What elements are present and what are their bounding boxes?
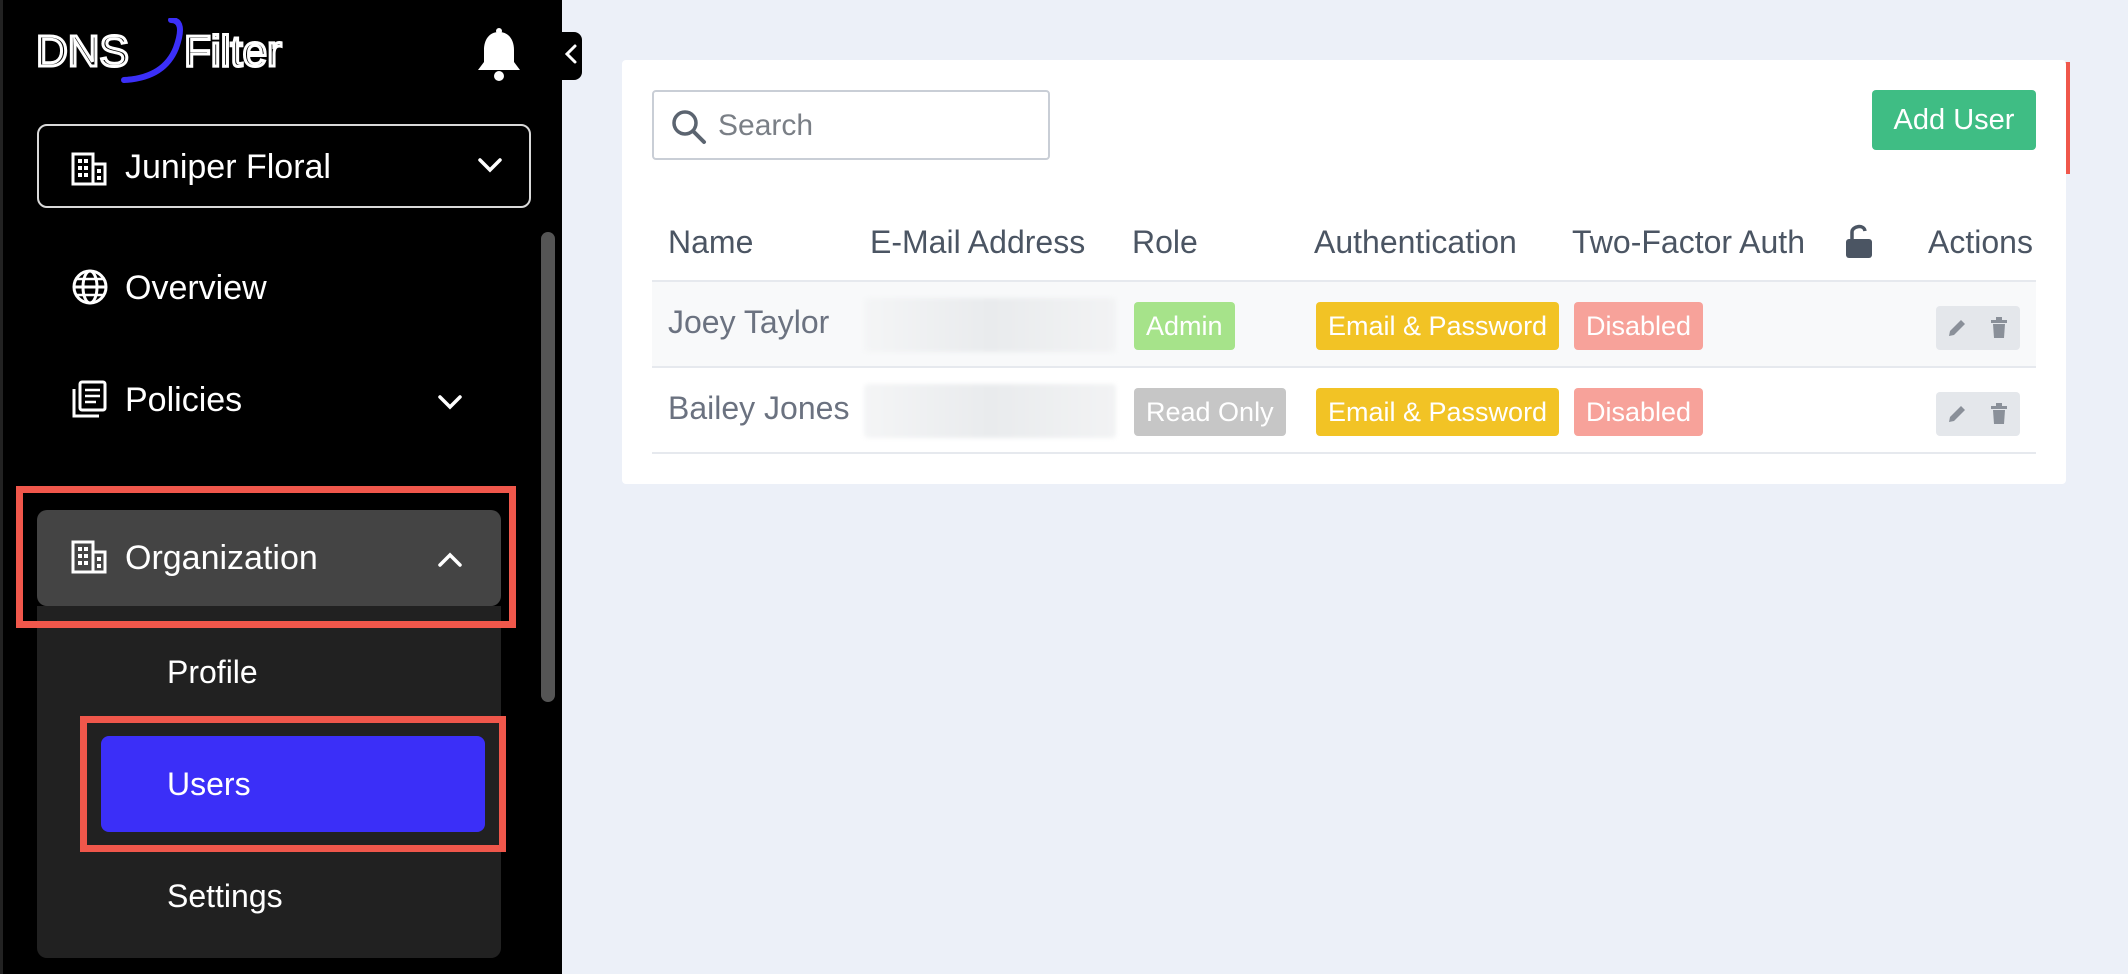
- building-icon: [71, 150, 107, 191]
- submenu-item-users[interactable]: Users: [101, 736, 485, 832]
- add-user-button[interactable]: Add User: [1872, 90, 2036, 150]
- organization-selector[interactable]: Juniper Floral: [37, 124, 531, 208]
- sidebar-item-label: Overview: [125, 268, 267, 307]
- sidebar: DNS Filter Juniper Floral Overview Polic…: [0, 0, 562, 974]
- column-header-two-factor[interactable]: Two-Factor Auth: [1572, 224, 1805, 261]
- search-box[interactable]: [652, 90, 1050, 160]
- chevron-down-icon: [477, 156, 503, 179]
- notifications-bell-icon[interactable]: [475, 28, 523, 82]
- delete-trash-icon[interactable]: [1984, 313, 2014, 343]
- submenu-item-label: Settings: [167, 877, 283, 914]
- column-header-authentication[interactable]: Authentication: [1314, 224, 1517, 261]
- submenu-item-label: Users: [167, 765, 251, 802]
- sidebar-item-organization[interactable]: Organization: [37, 510, 501, 606]
- sidebar-item-label: Policies: [125, 380, 243, 419]
- two-factor-badge: Disabled: [1574, 388, 1704, 436]
- edit-pencil-icon[interactable]: [1942, 313, 1972, 343]
- table-row: Bailey Jones Read Only Email & Password …: [652, 368, 2036, 454]
- search-icon: [670, 108, 708, 151]
- two-factor-badge: Disabled: [1574, 302, 1704, 350]
- sidebar-item-policies[interactable]: Policies: [37, 352, 501, 448]
- email-redacted: [864, 384, 1116, 438]
- dnsfilter-logo[interactable]: DNS Filter: [36, 18, 326, 88]
- organization-submenu: Profile Users Settings: [37, 606, 501, 958]
- chevron-down-icon: [437, 381, 463, 420]
- authentication-badge: Email & Password: [1316, 302, 1560, 350]
- user-name: Bailey Jones: [668, 390, 850, 426]
- logo-mark-icon: DNS Filter: [36, 18, 283, 83]
- delete-trash-icon[interactable]: [1984, 399, 2014, 429]
- row-actions: [1936, 392, 2020, 436]
- globe-icon: [71, 268, 109, 315]
- sidebar-item-label: Organization: [125, 538, 318, 577]
- sidebar-item-overview[interactable]: Overview: [37, 240, 501, 336]
- row-actions: [1936, 306, 2020, 350]
- search-input[interactable]: [718, 104, 1038, 148]
- role-badge: Read Only: [1134, 388, 1286, 436]
- submenu-item-profile[interactable]: Profile: [101, 624, 485, 720]
- policies-icon: [71, 380, 107, 427]
- building-icon: [71, 538, 107, 583]
- column-header-name[interactable]: Name: [668, 224, 753, 261]
- authentication-badge: Email & Password: [1316, 388, 1560, 436]
- column-header-email[interactable]: E-Mail Address: [870, 224, 1085, 261]
- sidebar-collapse-button[interactable]: [560, 32, 582, 80]
- organization-selector-label: Juniper Floral: [125, 148, 331, 186]
- role-badge: Admin: [1134, 302, 1235, 350]
- svg-text:Filter: Filter: [184, 27, 282, 76]
- column-header-role[interactable]: Role: [1132, 224, 1198, 261]
- svg-text:DNS: DNS: [36, 27, 129, 76]
- unlock-icon: [1844, 222, 1874, 265]
- email-redacted: [864, 298, 1116, 352]
- submenu-item-label: Profile: [167, 653, 258, 690]
- users-card: Add User Name E-Mail Address Role Authen…: [622, 60, 2066, 484]
- sidebar-scrollbar[interactable]: [541, 232, 555, 702]
- user-name: Joey Taylor: [668, 304, 830, 340]
- chevron-up-icon: [437, 539, 463, 578]
- edit-pencil-icon[interactable]: [1942, 399, 1972, 429]
- submenu-item-settings[interactable]: Settings: [101, 848, 485, 944]
- chevron-left-icon: [564, 43, 578, 70]
- column-header-actions: Actions: [1928, 224, 2033, 260]
- table-row: Joey Taylor Admin Email & Password Disab…: [652, 282, 2036, 368]
- table-header: Name E-Mail Address Role Authentication …: [652, 210, 2036, 282]
